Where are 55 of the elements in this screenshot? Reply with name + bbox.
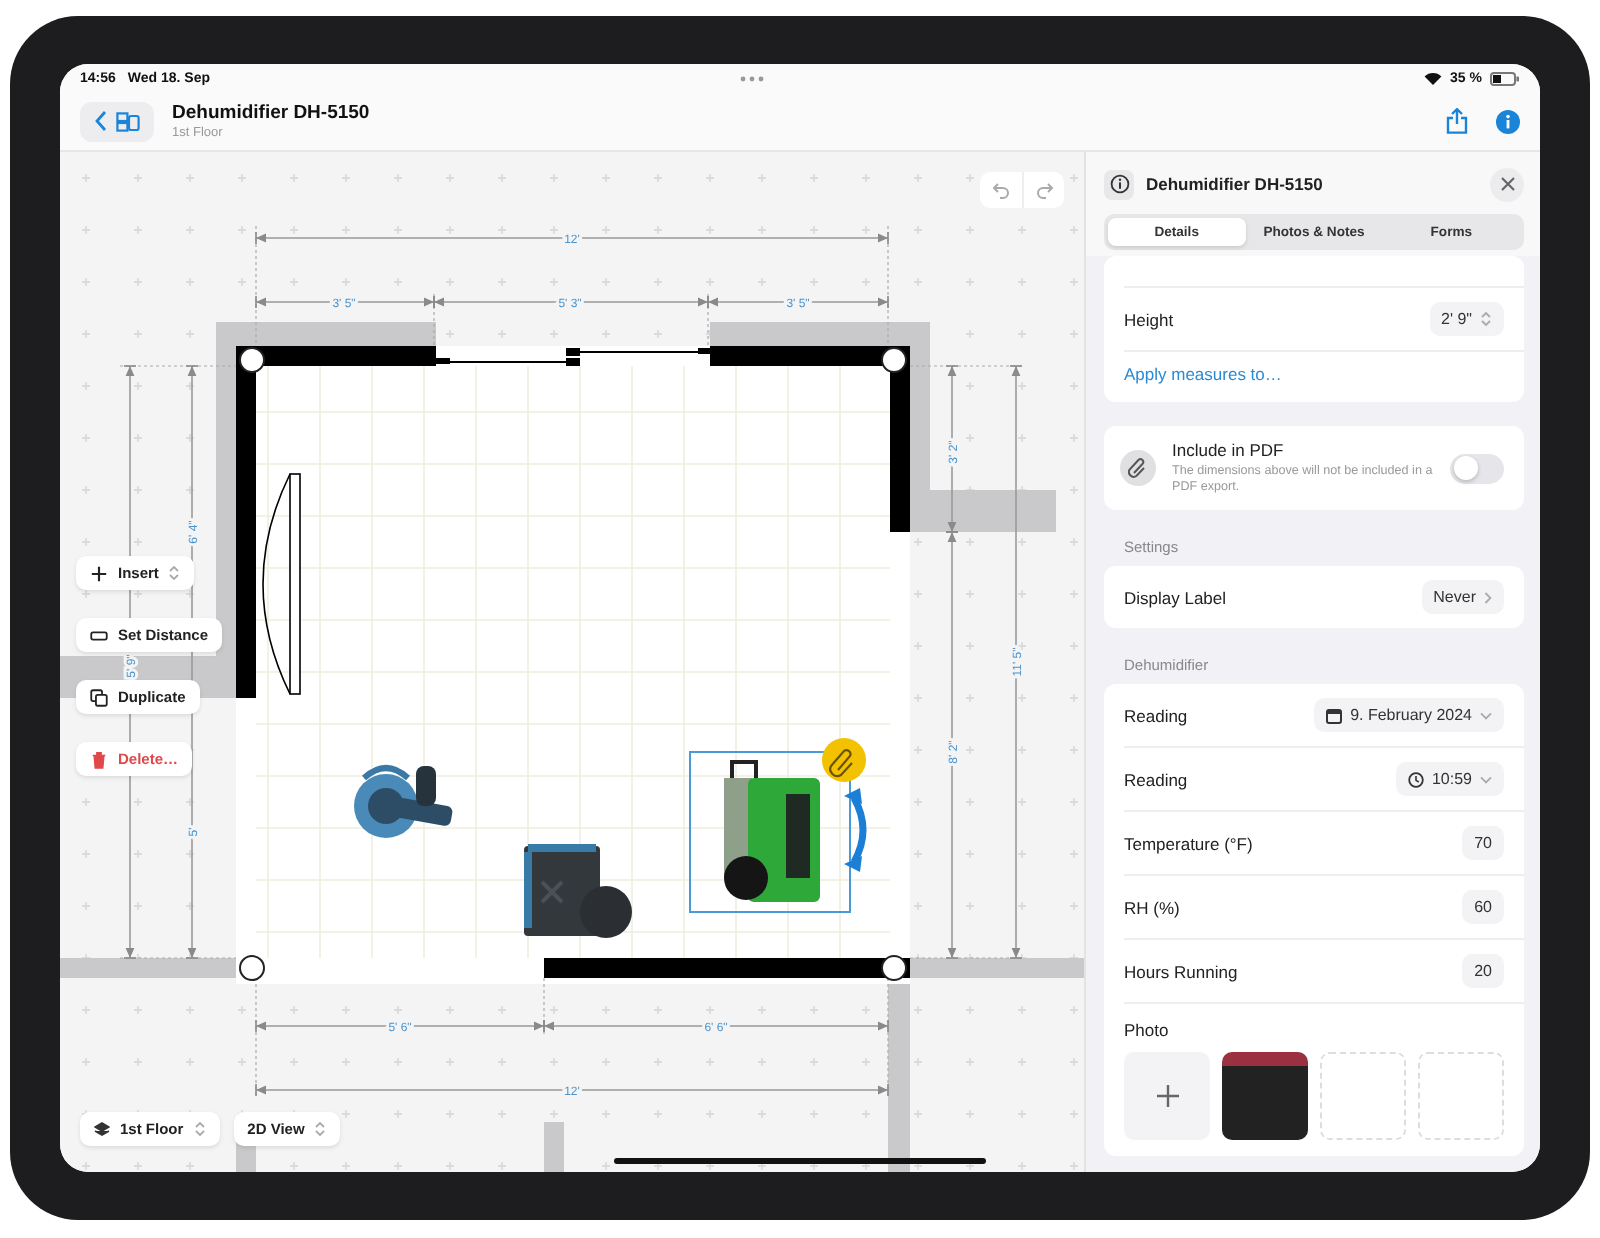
header-title: Dehumidifier DH-5150	[172, 102, 372, 124]
field-label: Photo	[1124, 1020, 1169, 1041]
floor-plan-icon	[116, 111, 140, 131]
field-label: Reading	[1124, 769, 1188, 790]
outer-wall	[544, 1122, 564, 1172]
display-label-picker[interactable]: Never	[1421, 580, 1504, 615]
field-label: RH (%)	[1124, 897, 1180, 918]
up-down-chevron-icon	[1480, 310, 1492, 328]
apply-measures-link[interactable]: Apply measures to…	[1124, 352, 1524, 402]
time-picker[interactable]: 10:59	[1395, 762, 1504, 797]
toggle-switch[interactable]	[1450, 453, 1504, 484]
clock-icon	[1407, 771, 1424, 788]
chevron-down-icon	[1480, 775, 1492, 784]
calendar-icon	[1326, 707, 1343, 724]
paperclip-badge-icon[interactable]	[822, 738, 866, 782]
duplicate-icon	[90, 687, 108, 707]
plus-icon	[1155, 1084, 1180, 1109]
up-down-chevron-icon	[193, 1120, 206, 1138]
chevron-right-icon	[1484, 591, 1492, 604]
up-down-chevron-icon	[314, 1120, 327, 1138]
air-mover-drawing[interactable]	[354, 765, 454, 838]
battery-icon	[1490, 71, 1520, 85]
field-label: Reading	[1124, 705, 1188, 726]
rotate-handle-icon[interactable]	[844, 788, 867, 872]
chevron-left-icon	[94, 110, 108, 132]
number-field[interactable]: 70	[1462, 826, 1504, 861]
panel-title: Dehumidifier DH-5150	[1146, 174, 1325, 194]
option-title: Include in PDF	[1172, 440, 1286, 460]
info-icon[interactable]	[1496, 109, 1520, 133]
close-icon	[1499, 176, 1515, 192]
layers-icon	[94, 1121, 110, 1137]
dehumidifier-drawing[interactable]	[724, 760, 820, 902]
redo-icon	[1035, 181, 1053, 199]
back-button[interactable]	[80, 101, 154, 141]
undo-icon	[992, 181, 1010, 199]
trash-icon	[90, 749, 108, 769]
up-down-chevron-icon	[168, 564, 181, 582]
date-picker[interactable]: 9. February 2024	[1314, 698, 1504, 733]
photo-placeholder[interactable]	[1222, 1052, 1309, 1141]
field-label: Display Label	[1124, 587, 1227, 608]
field-label: Height	[1124, 309, 1174, 329]
field-label: Temperature (°F)	[1124, 833, 1253, 854]
number-field[interactable]: 20	[1462, 954, 1504, 989]
info-icon	[1104, 169, 1134, 199]
close-button[interactable]	[1490, 167, 1524, 201]
field-label: Hours Running	[1124, 961, 1238, 982]
more-icon[interactable]	[740, 75, 764, 81]
plus-icon	[90, 563, 108, 583]
wifi-icon	[1424, 71, 1443, 85]
share-icon[interactable]	[1446, 108, 1468, 134]
paperclip-icon	[1120, 450, 1156, 487]
air-scrubber-drawing[interactable]	[524, 844, 632, 938]
number-field[interactable]: 60	[1462, 890, 1504, 925]
stepper[interactable]: 2' 9"	[1429, 302, 1504, 336]
chevron-down-icon	[1480, 711, 1492, 720]
